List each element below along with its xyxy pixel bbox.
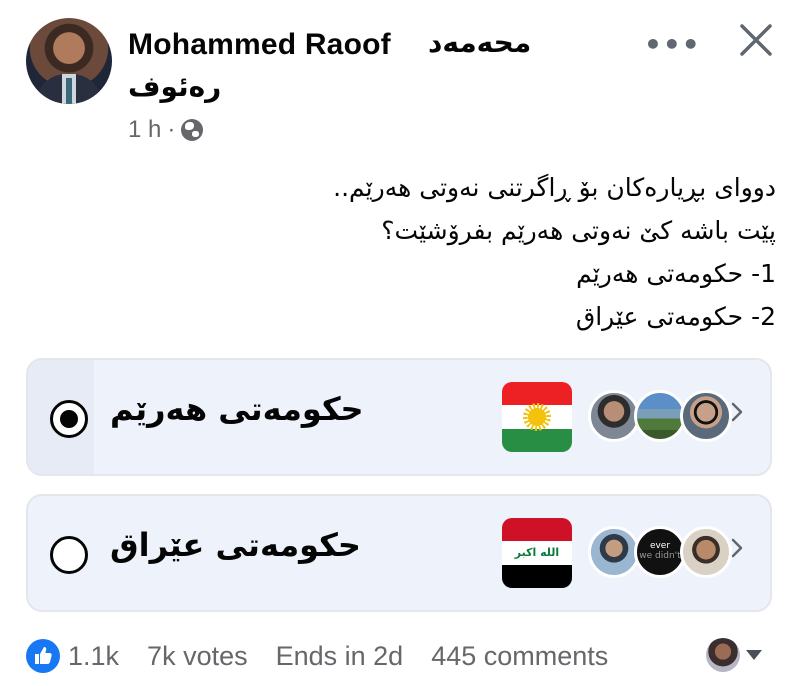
voter-avatar	[588, 390, 640, 442]
post-line: 2- حکومەتی عێراق	[575, 302, 776, 331]
voter-avatar	[588, 526, 640, 578]
voter-avatar	[680, 526, 732, 578]
poll-option-label: حکومەتی عێراق	[110, 526, 361, 564]
voter-avatar: ever we didn't	[634, 526, 686, 578]
author-name[interactable]: Mohammed Raoof	[128, 28, 391, 62]
iraq-flag-icon: الله اكبر	[502, 518, 572, 588]
voter-avatar-text: ever	[649, 541, 671, 551]
poll-voter-avatars[interactable]: ever we didn't	[588, 526, 732, 580]
poll-option-iraq[interactable]: حکومەتی عێراق الله اكبر ever we didn't	[26, 494, 772, 612]
post-line: 1- حکومەتی هەرێم	[576, 259, 776, 288]
voter-avatar	[680, 390, 732, 442]
poll-option-label: حکومەتی هەرێم	[110, 390, 364, 428]
voter-avatar-text: we didn't	[639, 551, 681, 561]
author-avatar[interactable]	[26, 18, 112, 104]
post-line: پێت باشە کێ نەوتی هەرێم بفرۆشێت؟	[381, 216, 776, 245]
poll-radio-selected[interactable]	[50, 400, 88, 438]
post-line: دووای بڕیارەکان بۆ ڕاگرتنی نەوتی هەرێم..	[333, 173, 776, 202]
post-timestamp[interactable]: 1 h	[128, 116, 161, 144]
post-body: دووای بڕیارەکان بۆ ڕاگرتنی نەوتی هەرێم..…	[176, 166, 776, 338]
post-footer: 1.1k 7k votes Ends in 2d 445 comments	[26, 636, 636, 676]
globe-icon	[181, 119, 204, 141]
reaction-selector-avatar[interactable]	[706, 638, 740, 672]
meta-separator: ·	[167, 116, 176, 143]
reaction-count[interactable]: 1.1k	[68, 641, 119, 672]
close-icon[interactable]	[736, 20, 776, 60]
caret-down-icon[interactable]	[746, 650, 762, 660]
poll-end-time: Ends in 2d	[275, 640, 404, 671]
like-icon[interactable]	[26, 639, 60, 673]
poll-voter-avatars[interactable]	[588, 390, 732, 444]
poll-radio-unselected[interactable]	[50, 536, 88, 574]
voter-avatar	[634, 390, 686, 442]
author-name-kurdish[interactable]: محەمەد	[428, 26, 531, 59]
flag-inscription: الله اكبر	[514, 546, 560, 559]
post-meta: 1 h ·	[128, 116, 204, 144]
poll-option-kurdistan[interactable]: حکومەتی هەرێم	[26, 358, 772, 476]
chevron-right-icon[interactable]	[730, 400, 744, 424]
chevron-right-icon[interactable]	[730, 536, 744, 560]
vote-count[interactable]: 7k votes	[147, 641, 248, 672]
more-options-button[interactable]: •••	[644, 28, 701, 61]
kurdistan-flag-icon	[502, 382, 572, 452]
author-name-kurdish-line2[interactable]: رەئوف	[128, 70, 221, 103]
comment-count[interactable]: 445 comments	[431, 641, 608, 672]
